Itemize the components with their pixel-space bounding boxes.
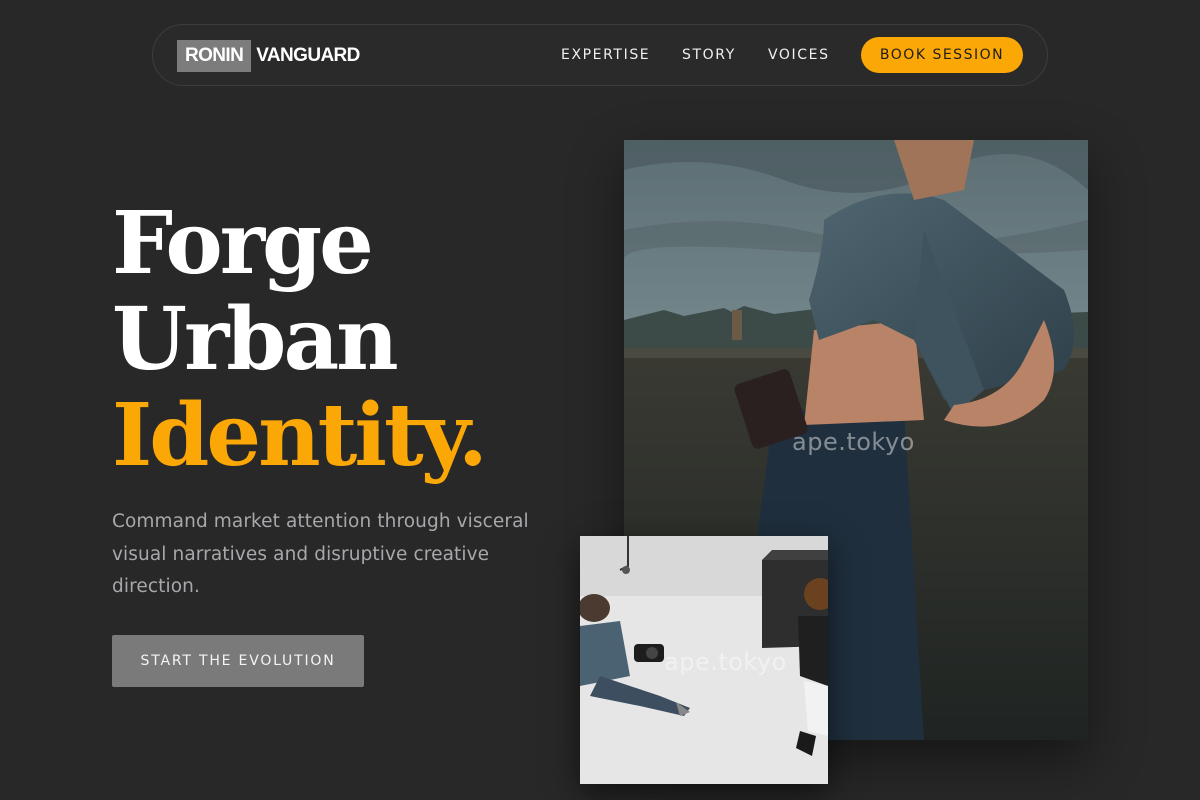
headline-line-1: Forge <box>112 193 374 294</box>
book-session-button[interactable]: BOOK SESSION <box>861 37 1023 73</box>
logo-box: RONIN <box>177 40 252 72</box>
main-photo-watermark: ape.tokyo <box>792 428 915 456</box>
inset-photo: ape.tokyo <box>580 536 828 784</box>
top-nav: RONIN VANGUARD EXPERTISE STORY VOICES BO… <box>152 24 1048 86</box>
inset-photo-watermark: ape.tokyo <box>664 648 787 676</box>
hero-headline: Forge Urban Identity. <box>112 193 488 486</box>
nav-link-voices[interactable]: VOICES <box>768 46 830 64</box>
nav-link-story[interactable]: STORY <box>682 46 736 64</box>
nav-link-expertise[interactable]: EXPERTISE <box>561 46 650 64</box>
hero-lead: Command market attention through viscera… <box>112 511 529 597</box>
headline-line-3: Identity. <box>112 385 488 486</box>
logo[interactable]: RONIN VANGUARD <box>177 40 360 72</box>
logo-text: VANGUARD <box>256 45 360 66</box>
start-evolution-button[interactable]: START THE EVOLUTION <box>112 635 364 687</box>
headline-line-2: Urban <box>112 289 399 390</box>
